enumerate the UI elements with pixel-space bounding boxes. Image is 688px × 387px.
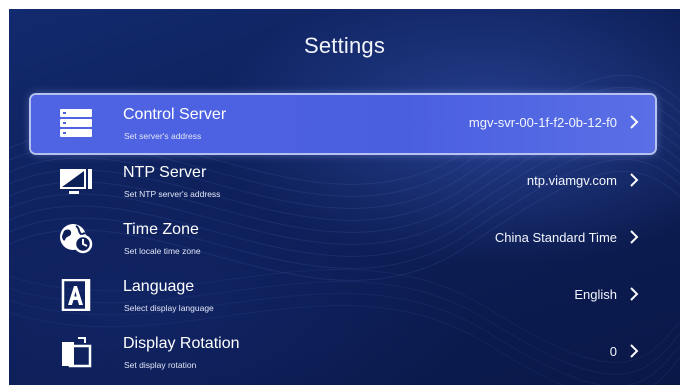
settings-item-label: Display Rotation	[123, 335, 240, 352]
settings-item-language[interactable]: Language Select display language English	[31, 267, 655, 324]
settings-item-label: Language	[123, 278, 195, 295]
settings-item-value: 0	[609, 344, 617, 359]
server-icon	[58, 107, 94, 139]
settings-item-description: Set locale time zone	[124, 246, 201, 256]
settings-item-label: Time Zone	[123, 221, 199, 238]
chevron-right-icon	[627, 286, 641, 302]
settings-item-ntp-server[interactable]: NTP Server Set NTP server's address ntp.…	[31, 153, 655, 210]
page-title: Settings	[303, 33, 386, 58]
settings-list: Control Server Set server's address mgv-…	[31, 95, 655, 381]
rotate-screen-icon	[58, 336, 94, 368]
settings-screen: Settings Control Server Set server's add…	[9, 9, 680, 385]
globe-clock-icon	[58, 222, 94, 254]
settings-item-description: Set display rotation	[124, 360, 197, 370]
chevron-right-icon	[627, 172, 641, 188]
settings-item-label: NTP Server	[123, 164, 207, 181]
settings-item-value: English	[574, 287, 617, 302]
settings-item-description: Set NTP server's address	[124, 189, 221, 199]
chevron-right-icon	[627, 343, 641, 359]
language-icon	[58, 279, 94, 311]
settings-item-description: Set server's address	[124, 131, 202, 141]
settings-item-value: ntp.viamgv.com	[526, 173, 617, 188]
settings-item-time-zone[interactable]: Time Zone Set locale time zone China Sta…	[31, 210, 655, 267]
settings-item-label: Control Server	[123, 106, 227, 123]
chevron-right-icon	[627, 114, 641, 130]
settings-item-value: mgv-svr-00-1f-f2-0b-12-f0	[468, 115, 617, 130]
settings-item-display-rotation[interactable]: Display Rotation Set display rotation 0	[31, 324, 655, 381]
chevron-right-icon	[627, 229, 641, 245]
monitor-icon	[58, 165, 94, 197]
settings-item-description: Select display language	[124, 303, 214, 313]
settings-item-control-server[interactable]: Control Server Set server's address mgv-…	[31, 95, 655, 153]
settings-item-value: China Standard Time	[494, 230, 617, 245]
